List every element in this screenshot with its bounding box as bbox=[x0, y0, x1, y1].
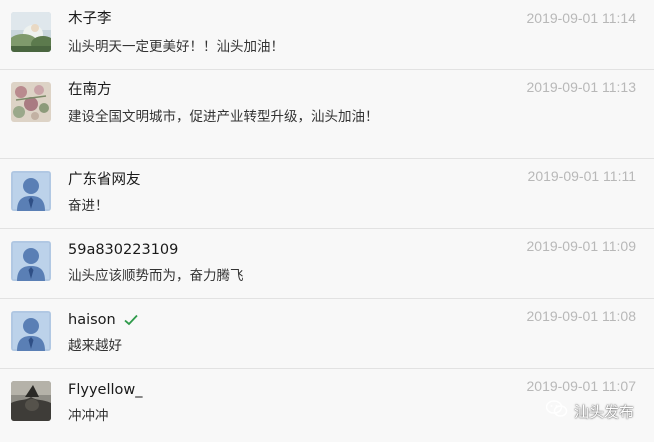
photo-landscape-icon bbox=[11, 12, 51, 52]
wechat-icon bbox=[545, 400, 568, 422]
comment-content: 建设全国文明城市，促进产业转型升级，汕头加油！ bbox=[68, 109, 379, 125]
avatar[interactable] bbox=[11, 12, 51, 52]
comment-author[interactable]: 在南方 bbox=[68, 81, 112, 99]
comment-time: 2019-09-01 11:07 bbox=[526, 378, 637, 394]
comment-content: 冲冲冲 bbox=[68, 408, 109, 424]
comment-item: 木子李 汕头明天一定更美好！！汕头加油！ 2019-09-01 11:14 bbox=[0, 0, 654, 70]
default-user-icon bbox=[11, 171, 51, 211]
photo-flowers-icon bbox=[11, 82, 51, 122]
default-user-icon bbox=[11, 241, 51, 281]
comment-time: 2019-09-01 11:09 bbox=[526, 238, 637, 254]
comment-time: 2019-09-01 11:08 bbox=[526, 308, 637, 324]
comment-item: haison 越来越好 2019-09-01 11:08 bbox=[0, 299, 654, 369]
comment-time: 2019-09-01 11:13 bbox=[526, 79, 637, 95]
comment-author[interactable]: Flyyellow_ bbox=[68, 381, 143, 399]
comment-content: 奋进！ bbox=[68, 198, 109, 214]
comment-author[interactable]: 59a830223109 bbox=[68, 241, 178, 259]
comment-content: 汕头应该顺势而为，奋力腾飞 bbox=[68, 268, 244, 284]
comment-list: 木子李 汕头明天一定更美好！！汕头加油！ 2019-09-01 11:14 在南… bbox=[0, 0, 654, 442]
avatar[interactable] bbox=[11, 171, 51, 211]
comment-item: 广东省网友 奋进！ 2019-09-01 11:11 bbox=[0, 159, 654, 229]
avatar[interactable] bbox=[11, 241, 51, 281]
avatar[interactable] bbox=[11, 82, 51, 122]
comment-item: 在南方 建设全国文明城市，促进产业转型升级，汕头加油！ 2019-09-01 1… bbox=[0, 70, 654, 159]
verified-check-icon bbox=[124, 313, 138, 331]
default-user-icon bbox=[11, 311, 51, 351]
comment-content: 汕头明天一定更美好！！汕头加油！ bbox=[68, 39, 284, 55]
comment-content: 越来越好 bbox=[68, 338, 122, 354]
comment-author[interactable]: haison bbox=[68, 311, 138, 331]
comment-author[interactable]: 广东省网友 bbox=[68, 171, 141, 189]
photo-dark-icon bbox=[11, 381, 51, 421]
comment-item: 59a830223109 汕头应该顺势而为，奋力腾飞 2019-09-01 11… bbox=[0, 229, 654, 299]
avatar[interactable] bbox=[11, 381, 51, 421]
comment-author[interactable]: 木子李 bbox=[68, 10, 112, 28]
comment-author-name[interactable]: haison bbox=[68, 312, 116, 328]
comment-time: 2019-09-01 11:14 bbox=[526, 10, 637, 26]
avatar[interactable] bbox=[11, 311, 51, 351]
comment-time: 2019-09-01 11:11 bbox=[527, 168, 636, 184]
watermark: 汕头发布 bbox=[545, 400, 634, 422]
watermark-text: 汕头发布 bbox=[573, 402, 634, 421]
